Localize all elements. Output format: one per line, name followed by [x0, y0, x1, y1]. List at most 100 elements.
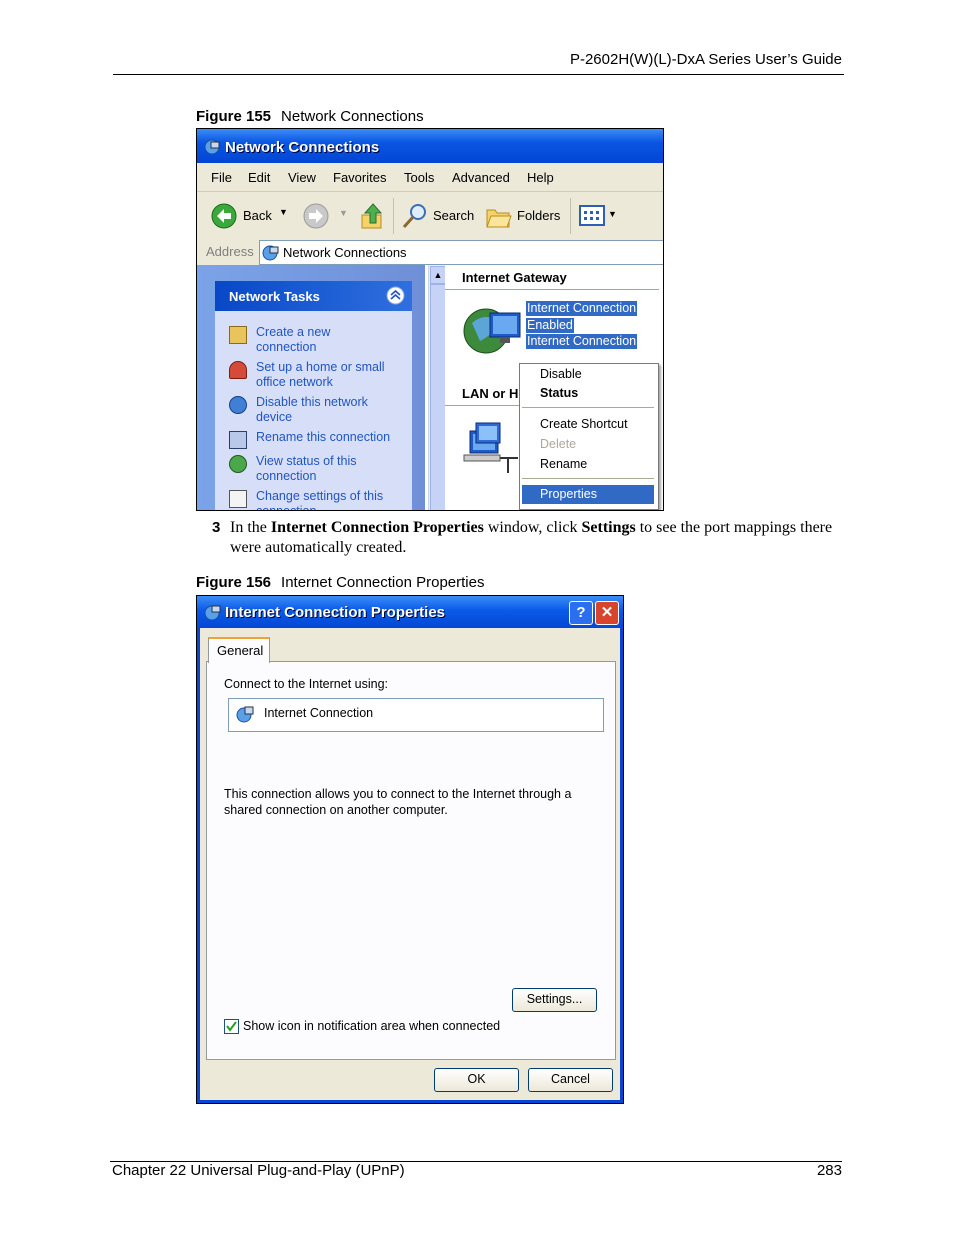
search-button[interactable]: Search	[401, 202, 479, 230]
context-status[interactable]: Status	[540, 386, 578, 400]
checkmark-icon	[226, 1021, 237, 1032]
context-properties[interactable]: Properties	[522, 485, 654, 504]
disable-network-icon	[229, 396, 247, 414]
cancel-button[interactable]: Cancel	[528, 1068, 613, 1092]
menu-view[interactable]: View	[288, 170, 316, 185]
status-icon	[229, 455, 247, 473]
figure-156-label: Figure 156	[196, 574, 272, 591]
gateway-item-label: Internet Connection Enabled Internet Con…	[526, 301, 638, 349]
step-text: In the Internet Connection Properties wi…	[230, 518, 842, 558]
internet-gateway-heading: Internet Gateway	[462, 270, 567, 285]
figure-156-title: Internet Connection Properties	[281, 574, 485, 591]
task-rename-connection[interactable]: Rename this connection	[229, 430, 409, 449]
back-label: Back	[243, 208, 272, 223]
views-icon	[579, 205, 605, 226]
search-icon	[402, 204, 426, 229]
close-icon[interactable]: ✕	[595, 601, 619, 625]
show-icon-label: Show icon in notification area when conn…	[243, 1019, 501, 1033]
task-label-line1: Change settings of this	[256, 489, 384, 503]
task-create-connection[interactable]: Create a new connection	[229, 325, 409, 357]
general-tab-panel: Connect to the Internet using: Internet …	[206, 661, 616, 1060]
menu-edit[interactable]: Edit	[248, 170, 270, 185]
folders-button[interactable]: Folders	[485, 202, 565, 230]
task-label-line1: Set up a home or small	[256, 360, 385, 374]
views-button[interactable]: ▼	[579, 204, 619, 228]
task-change-settings[interactable]: Change settings of this connection	[229, 489, 409, 510]
menu-advanced[interactable]: Advanced	[452, 170, 510, 185]
dialog-body: Connect to the Internet using: Internet …	[200, 628, 620, 1100]
internet-gateway-icon	[463, 308, 521, 354]
task-label-line2: office network	[256, 375, 333, 389]
show-icon-checkbox[interactable]	[224, 1019, 239, 1034]
task-home-network[interactable]: Set up a home or small office network	[229, 360, 409, 392]
task-label-line1: Create a new	[256, 325, 331, 339]
toolbar-separator	[570, 198, 571, 234]
task-label-line2: device	[256, 410, 293, 424]
address-field[interactable]: Network Connections	[259, 240, 663, 265]
home-network-icon	[229, 361, 247, 379]
back-arrow-icon	[211, 203, 237, 229]
up-folder-icon[interactable]	[359, 201, 387, 231]
internet-connection-item[interactable]: Internet Connection Enabled Internet Con…	[462, 301, 642, 361]
task-view-status[interactable]: View status of this connection	[229, 454, 409, 486]
menu-separator	[522, 478, 654, 479]
collapse-icon[interactable]	[386, 286, 405, 305]
step-3-instruction: 3 In the Internet Connection Properties …	[212, 518, 842, 558]
ok-button[interactable]: OK	[434, 1068, 519, 1092]
network-tasks-title: Network Tasks	[229, 289, 320, 304]
help-icon[interactable]: ?	[569, 601, 593, 625]
toolbar-separator	[393, 198, 394, 234]
scroll-up-arrow-icon[interactable]: ▲	[430, 266, 446, 284]
gateway-name: Internet Connection	[526, 301, 638, 316]
network-connection-icon	[204, 605, 221, 621]
task-label-line1: View status of this	[256, 454, 357, 468]
connection-name: Internet Connection	[264, 706, 374, 720]
settings-button[interactable]: Settings...	[512, 988, 597, 1012]
network-connections-window: Network Connections File Edit View Favor…	[196, 128, 664, 511]
folders-icon	[486, 209, 512, 228]
footer-chapter: Chapter 22 Universal Plug-and-Play (UPnP…	[112, 1162, 405, 1179]
lan-connection-icon[interactable]	[462, 415, 520, 475]
network-connections-icon	[262, 245, 279, 261]
step-text-part: In the	[230, 519, 271, 536]
description-line-1: This connection allows you to connect to…	[224, 787, 572, 801]
address-bar: Address Network Connections	[197, 239, 663, 266]
gateway-status: Enabled	[526, 318, 574, 333]
network-connections-icon	[204, 139, 220, 155]
task-label-line2: connection	[256, 340, 317, 354]
section-divider	[445, 289, 659, 290]
menu-help[interactable]: Help	[527, 170, 554, 185]
settings-icon	[229, 490, 247, 508]
tasks-pane: Network Tasks Create a new connection Set…	[197, 265, 425, 510]
header-rule	[113, 74, 844, 75]
menu-bar: File Edit View Favorites Tools Advanced …	[197, 163, 663, 192]
scrollbar-thumb[interactable]	[430, 284, 446, 510]
context-rename[interactable]: Rename	[540, 457, 587, 471]
task-disable-device[interactable]: Disable this network device	[229, 395, 409, 427]
tab-general[interactable]: General	[208, 637, 270, 663]
figure-155-caption: Figure 155 Network Connections	[196, 108, 424, 125]
dialog-title-bar[interactable]: Internet Connection Properties ? ✕	[197, 596, 623, 628]
chevron-down-icon: ▼	[339, 208, 348, 218]
network-tasks-header[interactable]: Network Tasks	[215, 281, 412, 311]
context-disable[interactable]: Disable	[540, 367, 582, 381]
context-delete: Delete	[540, 437, 577, 451]
internet-connection-properties-dialog: Internet Connection Properties ? ✕ Conne…	[196, 595, 624, 1104]
search-label: Search	[433, 208, 475, 223]
context-properties-label: Properties	[540, 487, 597, 501]
tab-general-label: General	[217, 643, 264, 658]
address-label: Address	[206, 244, 254, 259]
tasks-scrollbar[interactable]: ▲	[428, 265, 446, 510]
menu-favorites[interactable]: Favorites	[333, 170, 386, 185]
network-tasks-panel: Network Tasks Create a new connection Set…	[215, 281, 412, 510]
menu-tools[interactable]: Tools	[404, 170, 434, 185]
menu-separator	[522, 407, 654, 408]
context-create-shortcut[interactable]: Create Shortcut	[540, 417, 628, 431]
figure-156-caption: Figure 156 Internet Connection Properties	[196, 574, 484, 591]
connection-description: This connection allows you to connect to…	[224, 786, 571, 818]
step-number: 3	[212, 519, 221, 536]
forward-arrow-icon[interactable]	[303, 203, 329, 229]
menu-file[interactable]: File	[211, 170, 232, 185]
back-button[interactable]: Back ▼	[209, 202, 289, 230]
window-title-bar[interactable]: Network Connections	[197, 129, 663, 163]
